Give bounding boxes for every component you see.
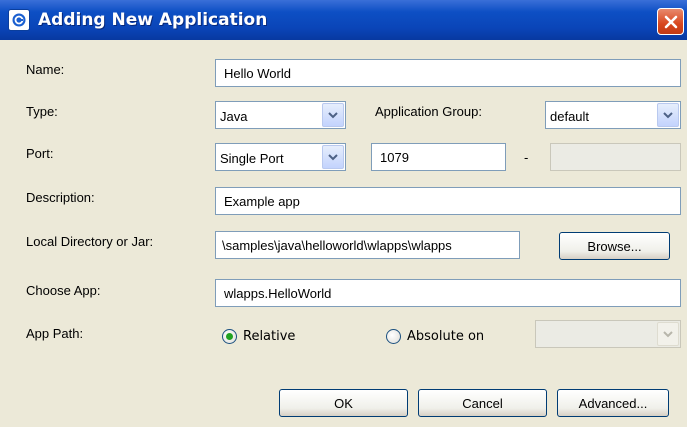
port-label: Port:	[26, 146, 54, 161]
port-number-field[interactable]: 1079	[371, 143, 506, 171]
choose-app-field[interactable]: wlapps.HelloWorld	[215, 279, 681, 307]
application-group-label: Application Group:	[375, 104, 482, 119]
description-label: Description:	[26, 190, 95, 205]
cancel-button[interactable]: Cancel	[418, 389, 547, 417]
dialog-window: Adding New Application Name: Hello World…	[0, 0, 687, 427]
type-select[interactable]: Java	[215, 101, 346, 129]
relative-radio-label: Relative	[243, 329, 296, 344]
port-range-separator: -	[524, 150, 529, 165]
application-group-select[interactable]: default	[545, 101, 681, 129]
name-field[interactable]: Hello World	[215, 59, 681, 87]
absolute-host-select	[535, 320, 681, 348]
chevron-down-icon[interactable]	[657, 103, 679, 127]
type-select-value: Java	[220, 109, 248, 124]
name-label: Name:	[26, 62, 65, 77]
port-mode-select[interactable]: Single Port	[215, 143, 346, 171]
choose-app-label: Choose App:	[26, 283, 101, 298]
chevron-down-icon	[657, 322, 679, 346]
window-title: Adding New Application	[38, 10, 268, 30]
close-button[interactable]	[657, 8, 684, 35]
local-directory-label: Local Directory or Jar:	[26, 234, 154, 249]
app-icon	[8, 9, 30, 31]
absolute-on-radio-label: Absolute on	[407, 329, 485, 344]
radio-selected-icon	[222, 329, 237, 344]
chevron-down-icon[interactable]	[322, 103, 344, 127]
application-group-select-value: default	[550, 109, 590, 124]
absolute-on-radio[interactable]: Absolute on	[386, 329, 484, 344]
radio-unselected-icon	[386, 329, 401, 344]
close-icon	[664, 15, 677, 28]
app-path-label: App Path:	[26, 326, 84, 341]
browse-button[interactable]: Browse...	[559, 232, 670, 260]
type-label: Type:	[26, 104, 58, 119]
local-directory-field[interactable]: \samples\java\helloworld\wlapps\wlapps	[215, 231, 520, 259]
chevron-down-icon[interactable]	[322, 145, 344, 169]
ok-button[interactable]: OK	[279, 389, 408, 417]
port-end-field	[550, 143, 681, 171]
advanced-button[interactable]: Advanced...	[557, 389, 669, 417]
relative-radio[interactable]: Relative	[222, 329, 295, 344]
description-field[interactable]: Example app	[215, 187, 681, 215]
port-mode-select-value: Single Port	[220, 151, 284, 166]
title-bar[interactable]: Adding New Application	[0, 0, 687, 40]
